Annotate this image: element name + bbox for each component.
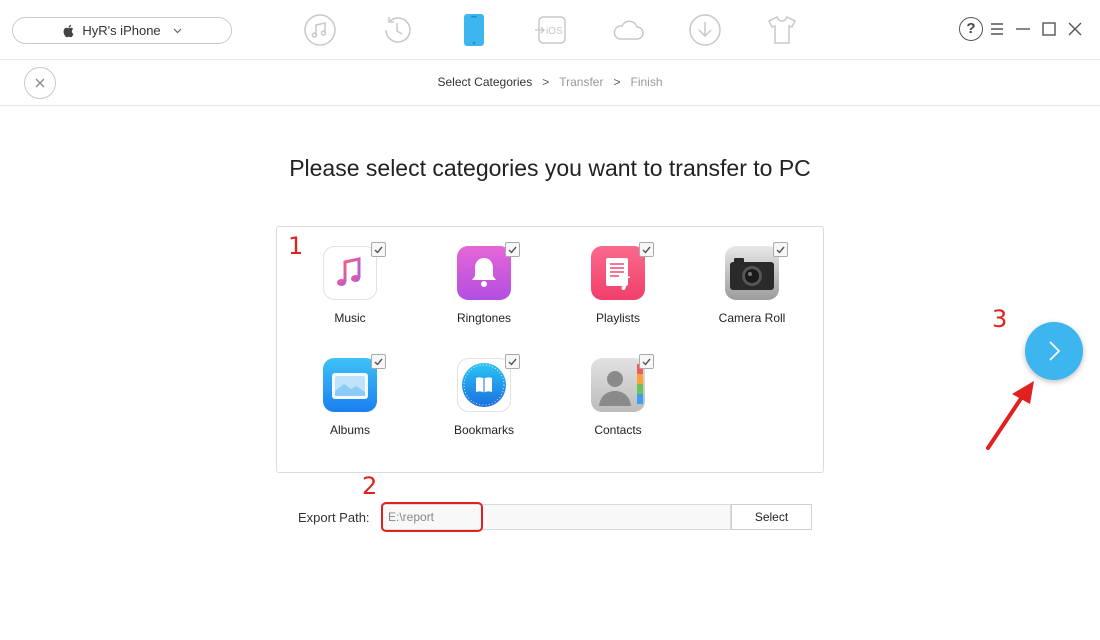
category-label: Ringtones (456, 311, 512, 325)
ios-mover-icon: iOS (535, 16, 566, 44)
menu-icon (991, 23, 1003, 35)
ringtones-icon (457, 246, 511, 300)
playlists-icon (591, 246, 645, 300)
annotation-highlight-box (381, 502, 483, 532)
maximize-icon (1042, 22, 1056, 36)
category-contacts[interactable]: Contacts (558, 354, 678, 437)
categories-panel: Music Ringtones Playlists Camera Roll Al… (276, 226, 824, 473)
nav-icloud[interactable] (608, 10, 648, 50)
step-finish: Finish (630, 75, 663, 89)
export-path-label: Export Path: (298, 510, 370, 525)
category-playlists[interactable]: Playlists (558, 242, 678, 325)
check-icon (642, 358, 651, 366)
menu-button[interactable] (984, 16, 1010, 42)
category-camera-roll[interactable]: Camera Roll (692, 242, 812, 325)
step-select-categories: Select Categories (437, 75, 533, 89)
device-icon (464, 14, 484, 46)
help-button[interactable]: ? (958, 16, 984, 42)
category-bookmarks[interactable]: Bookmarks (424, 354, 544, 437)
download-icon (689, 14, 721, 46)
category-checkbox[interactable] (639, 242, 654, 257)
category-albums[interactable]: Albums (290, 354, 410, 437)
chevron-down-icon (173, 28, 182, 33)
nav-download[interactable] (685, 10, 725, 50)
device-selector[interactable]: HyR's iPhone (12, 17, 232, 44)
svg-text:iOS: iOS (546, 26, 563, 37)
camera-icon (725, 246, 779, 300)
step-bar: Select Categories > Transfer > Finish (0, 60, 1100, 106)
minimize-button[interactable] (1010, 16, 1036, 42)
category-checkbox[interactable] (639, 354, 654, 369)
music-app-icon (323, 246, 377, 300)
select-path-button[interactable]: Select (731, 504, 812, 530)
category-checkbox[interactable] (505, 354, 520, 369)
device-name: HyR's iPhone (82, 23, 161, 38)
page-title: Please select categories you want to tra… (289, 155, 811, 181)
category-label: Bookmarks (453, 423, 515, 437)
music-icon (304, 14, 336, 46)
category-ringtones[interactable]: Ringtones (424, 242, 544, 325)
annotation-one: 1 (288, 232, 304, 260)
breadcrumb: Select Categories > Transfer > Finish (0, 75, 1100, 89)
category-label: Music (334, 311, 366, 325)
category-checkbox[interactable] (505, 242, 520, 257)
nav-toolkit[interactable] (762, 10, 802, 50)
category-label: Contacts (594, 423, 642, 437)
check-icon (776, 246, 785, 254)
apple-icon (63, 24, 74, 37)
chevron-right-icon (1049, 341, 1061, 361)
category-label: Playlists (595, 311, 640, 325)
maximize-button[interactable] (1036, 16, 1062, 42)
contacts-icon (591, 358, 645, 412)
check-icon (374, 246, 383, 254)
category-checkbox[interactable] (371, 242, 386, 257)
close-icon (1068, 22, 1082, 36)
nav-device[interactable] (454, 10, 494, 50)
check-icon (508, 246, 517, 254)
minimize-icon (1016, 28, 1030, 30)
step-separator: > (542, 75, 550, 89)
window-controls: ? (958, 16, 1088, 42)
category-music[interactable]: Music (290, 242, 410, 325)
category-checkbox[interactable] (773, 242, 788, 257)
check-icon (508, 358, 517, 366)
safari-icon (457, 358, 511, 412)
check-icon (374, 358, 383, 366)
top-toolbar: HyR's iPhone iOS ? (0, 0, 1100, 60)
nav-music[interactable] (300, 10, 340, 50)
tshirt-icon (767, 15, 797, 44)
close-window-button[interactable] (1062, 16, 1088, 42)
app-window: HyR's iPhone iOS ? Select Categories > T… (0, 0, 1100, 640)
annotation-three: 3 (992, 305, 1008, 333)
check-icon (642, 246, 651, 254)
history-icon (385, 17, 411, 43)
nav-ios-mover[interactable]: iOS (531, 10, 571, 50)
step-transfer: Transfer (559, 75, 604, 89)
nav-history[interactable] (377, 10, 417, 50)
help-icon: ? (959, 17, 983, 41)
icloud-icon (613, 20, 644, 40)
main-nav: iOS (300, 10, 839, 50)
category-label: Albums (329, 423, 370, 437)
annotation-arrow-icon (986, 381, 1034, 450)
category-checkbox[interactable] (371, 354, 386, 369)
annotation-two: 2 (362, 472, 378, 500)
albums-icon (323, 358, 377, 412)
next-button[interactable] (1025, 322, 1083, 380)
category-label: Camera Roll (718, 311, 786, 325)
step-separator: > (613, 75, 621, 89)
